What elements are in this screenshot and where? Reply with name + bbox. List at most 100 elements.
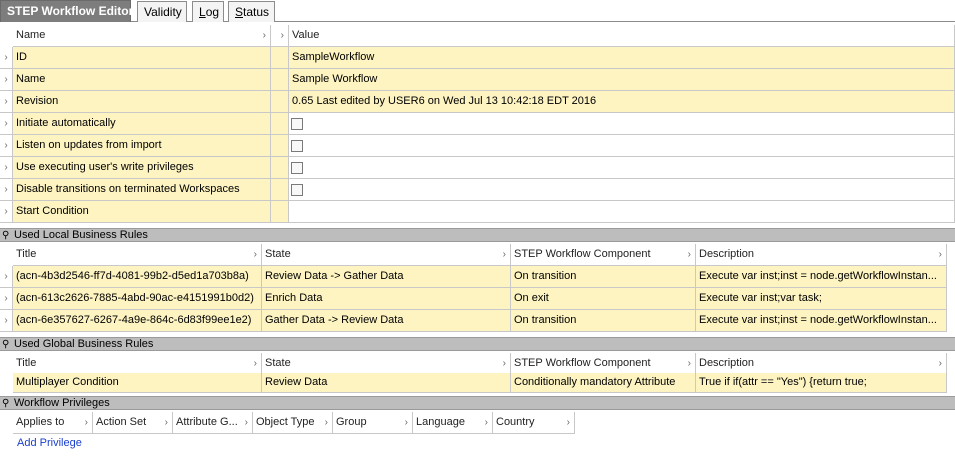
tab-log[interactable]: Log xyxy=(192,1,224,22)
chevron-right-icon[interactable]: › xyxy=(0,266,13,288)
property-spacer xyxy=(271,135,289,157)
section-title: Workflow Privileges xyxy=(14,397,110,409)
table-row[interactable]: › (acn-613c2626-7885-4abd-90ac-e4151991b… xyxy=(0,288,955,310)
property-spacer xyxy=(271,47,289,69)
column-header-title[interactable]: Title › xyxy=(13,353,262,375)
chevron-right-icon[interactable]: › xyxy=(0,310,13,332)
add-privilege-link[interactable]: Add Privilege xyxy=(17,437,82,449)
pin-icon[interactable]: ⚲ xyxy=(2,398,9,410)
column-header-label: State xyxy=(265,357,291,369)
tab-status[interactable]: Status xyxy=(228,1,275,22)
tab-validity[interactable]: Validity xyxy=(137,1,187,22)
chevron-right-icon: › xyxy=(484,417,488,428)
chevron-right-icon: › xyxy=(404,417,408,428)
column-header-component[interactable]: STEP Workflow Component › xyxy=(511,353,696,375)
chevron-right-icon[interactable]: › xyxy=(0,288,13,310)
column-header-label: Description xyxy=(699,248,755,260)
rule-description-cell: True if if(attr == "Yes") {return true; xyxy=(696,373,947,393)
property-spacer xyxy=(271,179,289,201)
column-header-country[interactable]: Country › xyxy=(493,412,575,434)
rule-component-cell: On transition xyxy=(511,310,696,332)
property-spacer xyxy=(271,201,289,223)
column-header-name[interactable]: Name › xyxy=(13,25,271,47)
tab-label: Validity xyxy=(144,5,182,19)
column-header-label: Group xyxy=(336,416,367,428)
rule-description-cell: Execute var inst;inst = node.getWorkflow… xyxy=(696,310,947,332)
column-header-state[interactable]: State › xyxy=(262,244,511,266)
column-header-state[interactable]: State › xyxy=(262,353,511,375)
column-header-expander[interactable]: › xyxy=(271,25,289,47)
column-header-label: STEP Workflow Component xyxy=(514,357,651,369)
table-row[interactable]: Multiplayer Condition Review Data Condit… xyxy=(0,373,955,393)
section-title: Used Global Business Rules xyxy=(14,338,154,350)
rule-description-cell: Execute var inst;inst = node.getWorkflow… xyxy=(696,266,947,288)
chevron-right-icon: › xyxy=(938,358,942,369)
column-header-attribute-group[interactable]: Attribute G... › xyxy=(173,412,253,434)
chevron-right-icon: › xyxy=(253,358,257,369)
column-header-description[interactable]: Description › xyxy=(696,244,947,266)
chevron-right-icon[interactable]: › xyxy=(0,201,13,223)
chevron-right-icon: › xyxy=(262,30,266,41)
property-name: Start Condition xyxy=(13,201,271,223)
property-row-id: › ID SampleWorkflow xyxy=(0,47,955,69)
rule-state-cell: Enrich Data xyxy=(262,288,511,310)
pin-icon[interactable]: ⚲ xyxy=(2,339,9,351)
initiate-automatically-checkbox[interactable] xyxy=(291,118,303,130)
property-row-initiate-automatically: › Initiate automatically xyxy=(0,113,955,135)
column-header-label: Attribute G... xyxy=(176,416,238,428)
section-title: Used Local Business Rules xyxy=(14,229,148,241)
rule-component-cell: Conditionally mandatory Attribute xyxy=(511,373,696,393)
column-header-title[interactable]: Title › xyxy=(13,244,262,266)
chevron-right-icon[interactable]: › xyxy=(0,91,13,113)
column-header-group[interactable]: Group › xyxy=(333,412,413,434)
property-spacer xyxy=(271,113,289,135)
tab-label-mnemonic: S xyxy=(235,5,244,19)
disable-transitions-checkbox[interactable] xyxy=(291,184,303,196)
property-value xyxy=(289,179,955,201)
column-header-applies-to[interactable]: Applies to › xyxy=(13,412,93,434)
property-name: Disable transitions on terminated Worksp… xyxy=(13,179,271,201)
chevron-right-icon: › xyxy=(84,417,88,428)
column-header-label: Applies to xyxy=(16,416,65,428)
global-rules-section-header[interactable]: ⚲ Used Global Business Rules xyxy=(0,337,955,351)
privileges-section-header[interactable]: ⚲ Workflow Privileges xyxy=(0,396,955,410)
chevron-right-icon[interactable]: › xyxy=(0,157,13,179)
pin-icon[interactable]: ⚲ xyxy=(2,230,9,242)
chevron-right-icon[interactable]: › xyxy=(0,179,13,201)
chevron-right-icon[interactable]: › xyxy=(0,113,13,135)
property-name: Name xyxy=(13,69,271,91)
rule-state-cell: Gather Data -> Review Data xyxy=(262,310,511,332)
chevron-right-icon: › xyxy=(938,249,942,260)
property-row-start-condition: › Start Condition xyxy=(0,201,955,223)
property-value[interactable] xyxy=(289,201,955,223)
chevron-right-icon[interactable]: › xyxy=(0,47,13,69)
tab-step-workflow-editor[interactable]: STEP Workflow Editor xyxy=(0,0,133,22)
rule-state-cell: Review Data xyxy=(262,373,511,393)
column-header-value[interactable]: Value xyxy=(289,25,955,47)
column-header-language[interactable]: Language › xyxy=(413,412,493,434)
column-header-action-set[interactable]: Action Set › xyxy=(93,412,173,434)
chevron-right-icon: › xyxy=(687,249,691,260)
property-name: Revision xyxy=(13,91,271,113)
property-value[interactable]: Sample Workflow xyxy=(289,69,955,91)
tab-strip: STEP Workflow Editor Validity Log Status xyxy=(0,0,955,22)
table-row[interactable]: › (acn-6e357627-6267-4a9e-864c-6d83f99ee… xyxy=(0,310,955,332)
column-header-label: State xyxy=(265,248,291,260)
use-executing-user-privileges-checkbox[interactable] xyxy=(291,162,303,174)
properties-header-row: Name › › Value xyxy=(0,25,955,47)
column-header-object-type[interactable]: Object Type › xyxy=(253,412,333,434)
column-header-component[interactable]: STEP Workflow Component › xyxy=(511,244,696,266)
local-rules-section-header[interactable]: ⚲ Used Local Business Rules xyxy=(0,228,955,242)
chevron-right-icon[interactable]: › xyxy=(0,69,13,91)
column-header-label: Country xyxy=(496,416,535,428)
chevron-right-icon[interactable]: › xyxy=(0,135,13,157)
column-header-label: Value xyxy=(292,29,320,41)
listen-on-updates-checkbox[interactable] xyxy=(291,140,303,152)
property-spacer xyxy=(271,157,289,179)
column-header-description[interactable]: Description › xyxy=(696,353,947,375)
property-value[interactable]: SampleWorkflow xyxy=(289,47,955,69)
table-row[interactable]: › (acn-4b3d2546-ff7d-4081-99b2-d5ed1a703… xyxy=(0,266,955,288)
column-header-label: Action Set xyxy=(96,416,147,428)
tab-label: og xyxy=(205,5,220,19)
column-header-label: Language xyxy=(416,416,465,428)
